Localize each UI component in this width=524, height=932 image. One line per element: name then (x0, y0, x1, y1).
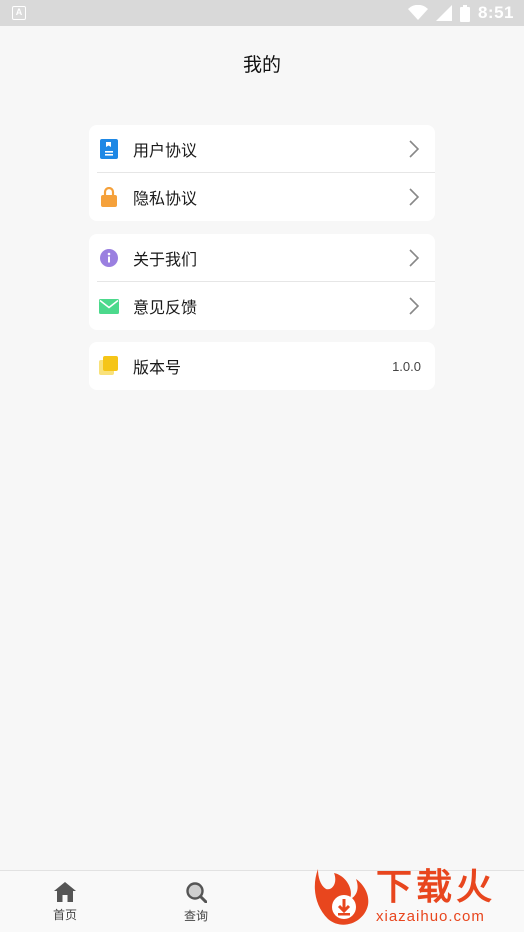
layers-icon (99, 356, 119, 376)
about-card: 关于我们 意见反馈 (89, 234, 435, 330)
search-icon (186, 881, 207, 903)
watermark-cn: 下载火 (376, 867, 497, 908)
flame-logo-icon (314, 869, 369, 925)
menu-item-label: 版本号 (133, 358, 182, 377)
page-title: 我的 (242, 54, 281, 76)
menu-item-label: 隐私协议 (133, 189, 198, 208)
status-bar: A 8:51 (0, 0, 524, 26)
book-icon (99, 139, 119, 159)
home-icon (54, 881, 76, 902)
status-time: 8:51 (477, 3, 514, 22)
menu-item-label: 用户协议 (133, 141, 198, 160)
watermark-text: 下载火 xiazaihuo.com (376, 868, 496, 926)
menu-item-user-agreement[interactable]: 用户协议 (89, 125, 435, 173)
menu-item-label: 意见反馈 (133, 298, 198, 317)
tab-label: 首页 (52, 907, 77, 922)
menu-item-label: 关于我们 (133, 250, 198, 269)
tab-label: 查询 (183, 908, 208, 923)
app-notification-icon: A (12, 6, 26, 20)
mail-icon (99, 296, 119, 316)
chevron-right-icon (409, 188, 420, 206)
version-card: 版本号 1.0.0 (89, 342, 435, 390)
chevron-right-icon (409, 297, 420, 315)
tab-home[interactable]: 首页 (25, 871, 105, 932)
battery-icon (459, 4, 470, 22)
cell-signal-icon (435, 5, 452, 21)
version-value: 1.0.0 (392, 358, 421, 374)
menu-item-about-us[interactable]: 关于我们 (89, 234, 435, 282)
watermark: 下载火 xiazaihuo.com (308, 862, 524, 932)
tab-search[interactable]: 查询 (156, 871, 236, 932)
menu-item-feedback[interactable]: 意见反馈 (89, 282, 435, 330)
menu-item-version: 版本号 1.0.0 (89, 342, 435, 390)
lock-icon (99, 187, 119, 207)
menu-item-privacy-agreement[interactable]: 隐私协议 (89, 173, 435, 221)
chevron-right-icon (409, 249, 420, 267)
chevron-right-icon (409, 140, 420, 158)
watermark-en: xiazaihuo.com (376, 908, 485, 925)
info-icon (99, 248, 119, 268)
agreements-card: 用户协议 隐私协议 (89, 125, 435, 221)
wifi-icon (407, 5, 428, 20)
status-right: 8:51 (407, 3, 514, 23)
